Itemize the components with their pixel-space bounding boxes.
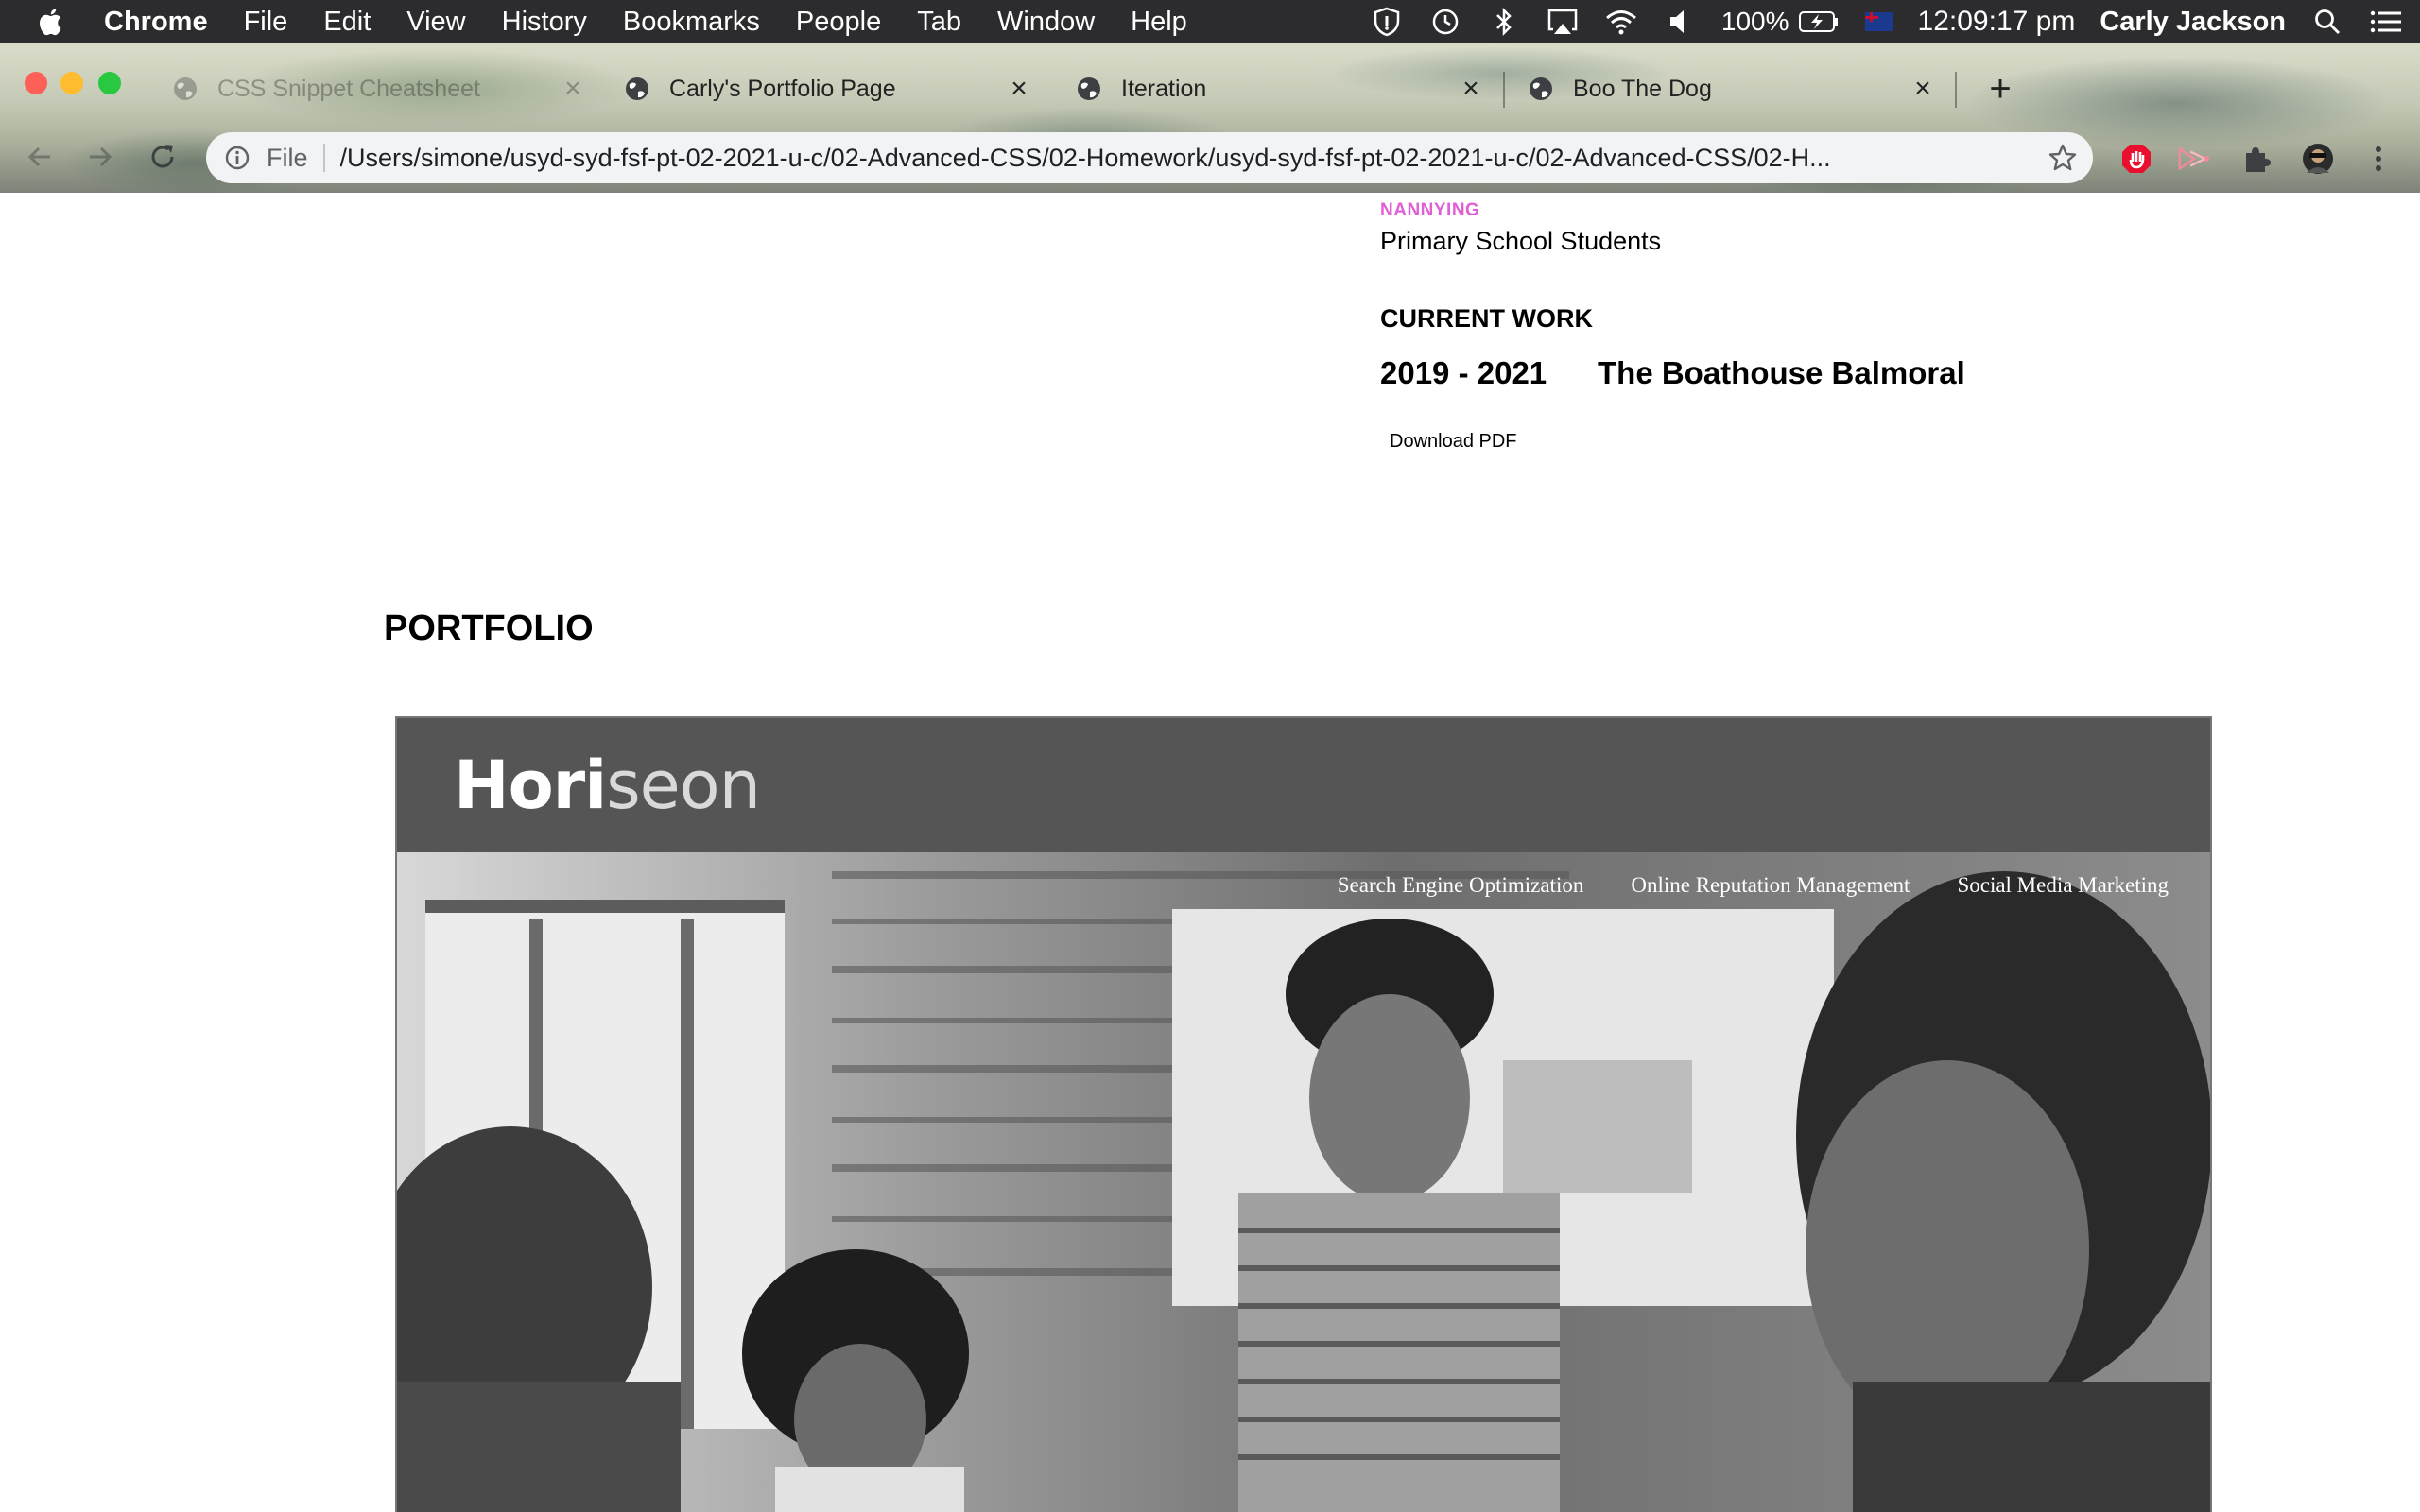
current-work-heading: CURRENT WORK xyxy=(1380,304,1593,333)
tab-separator xyxy=(1503,72,1505,108)
window-minimize-button[interactable] xyxy=(60,72,83,94)
menu-app-chrome[interactable]: Chrome xyxy=(104,7,208,38)
current-work-years: 2019 - 2021 xyxy=(1380,355,1547,390)
airplay-icon[interactable] xyxy=(1546,5,1580,39)
download-pdf-button[interactable]: Download PDF xyxy=(1390,431,1517,453)
nannying-label: NANNYING xyxy=(1380,200,1480,220)
url-scheme-label: File xyxy=(267,144,325,172)
globe-icon xyxy=(626,77,648,100)
menu-bookmarks[interactable]: Bookmarks xyxy=(623,7,760,38)
spotlight-search-icon[interactable] xyxy=(2310,5,2344,39)
volume-icon[interactable] xyxy=(1663,5,1697,39)
tab-close-icon[interactable]: × xyxy=(1006,75,1032,103)
profile-avatar-icon[interactable] xyxy=(2301,142,2335,176)
nannying-value: Primary School Students xyxy=(1380,227,1662,255)
menu-window[interactable]: Window xyxy=(997,7,1095,38)
wifi-icon[interactable] xyxy=(1604,5,1638,39)
back-arrow-icon[interactable] xyxy=(21,138,59,176)
menu-bar-clock[interactable]: 12:09:17 pm xyxy=(1918,6,2076,38)
portfolio-heading: PORTFOLIO xyxy=(384,609,594,648)
browser-tab[interactable]: Iteration × xyxy=(1076,62,1484,115)
menu-tab[interactable]: Tab xyxy=(917,7,961,38)
site-info-icon[interactable] xyxy=(223,144,251,172)
globe-icon xyxy=(1530,77,1552,100)
chrome-menu-icon[interactable] xyxy=(2361,142,2395,176)
time-machine-icon[interactable] xyxy=(1428,5,1462,39)
browser-tab[interactable]: Carly's Portfolio Page × xyxy=(624,62,1032,115)
menu-people[interactable]: People xyxy=(796,7,881,38)
nav-link-seo[interactable]: Search Engine Optimization xyxy=(1338,873,1584,898)
team-meeting-photo xyxy=(397,852,2210,1512)
address-bar[interactable]: File /Users/simone/usyd-syd-fsf-pt-02-20… xyxy=(206,132,2093,183)
portfolio-project-thumbnail[interactable]: Horiseon Search Engine Optimization Onli… xyxy=(395,716,2212,1512)
menu-edit[interactable]: Edit xyxy=(323,7,371,38)
current-work-place: The Boathouse Balmoral xyxy=(1598,355,1965,390)
reload-icon[interactable] xyxy=(144,138,182,176)
globe-icon xyxy=(1078,77,1100,100)
url-text[interactable]: /Users/simone/usyd-syd-fsf-pt-02-2021-u-… xyxy=(340,144,2038,173)
nav-link-reputation[interactable]: Online Reputation Management xyxy=(1631,873,1910,898)
menu-file[interactable]: File xyxy=(244,7,288,38)
screencast-extension-icon[interactable] xyxy=(2176,142,2210,176)
tab-close-icon[interactable]: × xyxy=(1458,75,1484,103)
notification-center-icon[interactable] xyxy=(2369,5,2403,39)
web-page-viewport: NANNYING Primary School Students CURRENT… xyxy=(0,193,2420,1512)
window-close-button[interactable] xyxy=(25,72,47,94)
new-tab-plus-icon[interactable]: + xyxy=(1981,70,2019,108)
adblock-extension-icon[interactable] xyxy=(2119,142,2153,176)
browser-tab[interactable]: CSS Snippet Cheatsheet × xyxy=(172,62,586,115)
australia-flag-input-source-icon[interactable] xyxy=(1864,12,1893,31)
bluetooth-icon[interactable] xyxy=(1487,5,1521,39)
tab-title: Iteration xyxy=(1121,75,1207,102)
project-hero-image: Search Engine Optimization Online Reputa… xyxy=(397,852,2210,1512)
globe-icon xyxy=(174,77,197,100)
menu-bar-user[interactable]: Carly Jackson xyxy=(2100,7,2286,38)
tab-title: Boo The Dog xyxy=(1573,75,1712,102)
apple-logo-icon[interactable] xyxy=(36,6,68,38)
nav-link-social-media[interactable]: Social Media Marketing xyxy=(1957,873,2169,898)
tab-separator xyxy=(1955,72,1957,108)
tab-title: Carly's Portfolio Page xyxy=(669,75,896,102)
horiseon-logo: Horiseon xyxy=(454,747,761,824)
menu-help[interactable]: Help xyxy=(1131,7,1187,38)
menu-bar-status-area: 100% 12:09:17 pm Carly Jackson xyxy=(1370,0,2420,43)
menu-history[interactable]: History xyxy=(502,7,587,38)
battery-percentage: 100% xyxy=(1720,7,1789,36)
tab-title: CSS Snippet Cheatsheet xyxy=(217,75,480,102)
macos-menu-bar: Chrome File Edit View History Bookmarks … xyxy=(0,0,2420,43)
project-nav: Search Engine Optimization Online Reputa… xyxy=(1290,873,2169,898)
window-zoom-button[interactable] xyxy=(98,72,121,94)
project-header-bar: Horiseon xyxy=(397,718,2210,852)
extensions-puzzle-icon[interactable] xyxy=(2238,142,2273,176)
bookmark-star-icon[interactable] xyxy=(2048,143,2078,173)
browser-toolbar-area: CSS Snippet Cheatsheet × Carly's Portfol… xyxy=(0,43,2420,193)
menu-view[interactable]: View xyxy=(406,7,465,38)
battery-charging-icon[interactable] xyxy=(1797,5,1841,39)
vpn-shield-icon[interactable] xyxy=(1370,5,1404,39)
tab-close-icon[interactable]: × xyxy=(560,75,586,103)
browser-tab[interactable]: Boo The Dog × xyxy=(1528,62,1936,115)
forward-arrow-icon[interactable] xyxy=(81,138,119,176)
tab-close-icon[interactable]: × xyxy=(1910,75,1936,103)
